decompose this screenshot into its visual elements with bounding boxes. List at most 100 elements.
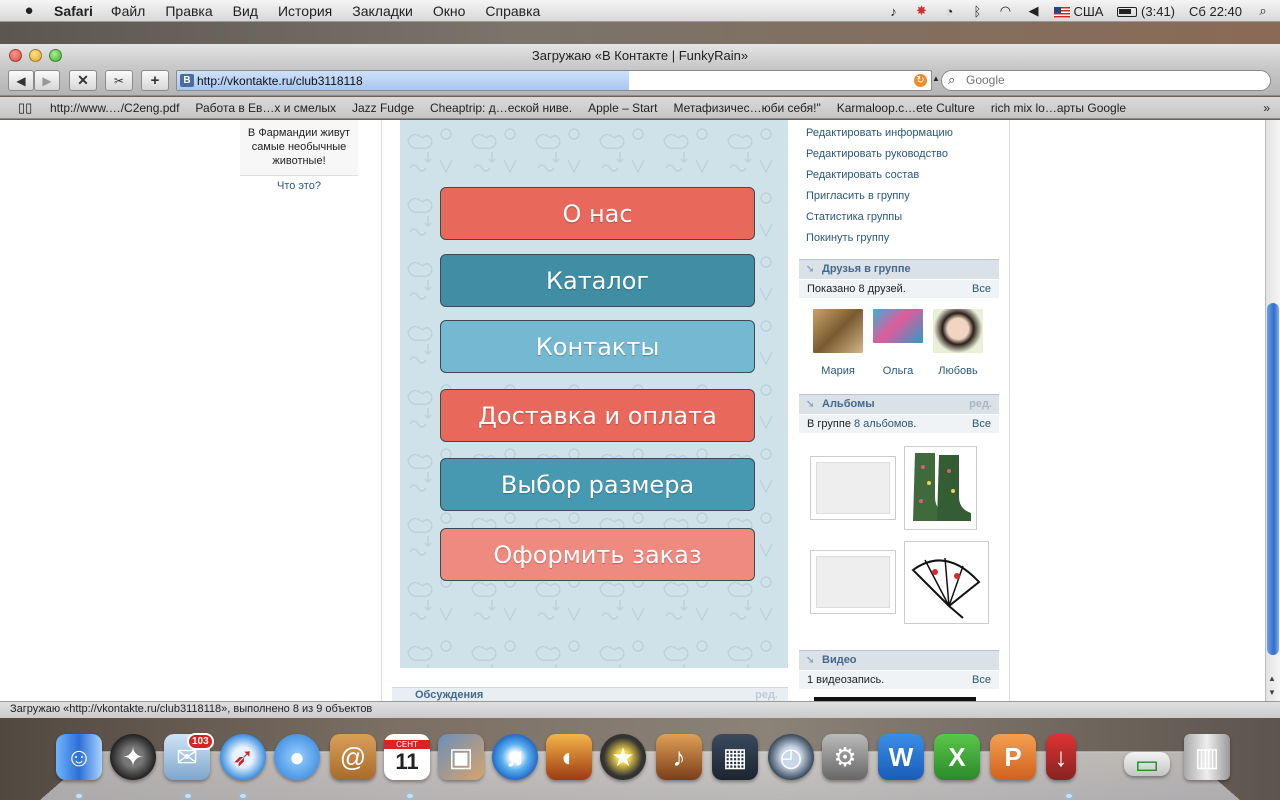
album-thumbnail[interactable] xyxy=(810,456,896,520)
menu-history[interactable]: История xyxy=(278,3,332,19)
bookmark-item[interactable]: Jazz Fudge xyxy=(352,101,414,115)
address-bar[interactable]: В http://vkontakte.ru/club3118118 ↻ xyxy=(176,70,932,91)
bookmarks-overflow-button[interactable]: » xyxy=(1263,101,1270,115)
zoom-window-button[interactable] xyxy=(49,49,62,62)
spaces-icon[interactable]: ▦ xyxy=(712,734,758,780)
input-source[interactable]: США xyxy=(1054,4,1103,19)
menu-view[interactable]: Вид xyxy=(233,3,258,19)
menu-help[interactable]: Справка xyxy=(485,3,540,19)
friends-header[interactable]: ➘ Друзья в группе xyxy=(799,259,999,279)
discussions-header[interactable]: Обсуждения ред. xyxy=(392,687,788,701)
trash-icon[interactable]: ▥ xyxy=(1184,734,1230,780)
finder-icon[interactable]: ☺ xyxy=(56,734,102,780)
search-input[interactable] xyxy=(966,73,1256,87)
imovie-icon[interactable]: ★ xyxy=(600,734,646,780)
bookmark-item[interactable]: Метафизичес…юби себя!" xyxy=(673,101,820,115)
preview-icon[interactable]: ▣ xyxy=(438,734,484,780)
tool-icon[interactable]: ✸ xyxy=(914,3,928,19)
address-dropdown-icon[interactable]: ▲ xyxy=(932,74,940,83)
bookmark-item[interactable]: Karmaloop.c…ete Culture xyxy=(837,101,975,115)
window-titlebar[interactable]: Загружаю «В Контакте | FunkyRain» xyxy=(0,44,1280,66)
friend-name[interactable]: Любовь xyxy=(938,365,977,377)
bookmark-item[interactable]: Apple – Start xyxy=(588,101,657,115)
albums-all-link[interactable]: Все xyxy=(972,415,991,433)
bookmark-item[interactable]: http://www.…/C2eng.pdf xyxy=(50,101,179,115)
friend-name[interactable]: Мария xyxy=(821,365,855,377)
open-book-icon[interactable]: ▯▯ xyxy=(18,100,34,116)
video-header[interactable]: ➘ Видео xyxy=(799,650,999,670)
wiki-button-catalog[interactable]: Каталог xyxy=(440,254,755,307)
group-stats-link[interactable]: Статистика группы xyxy=(806,211,902,223)
excel-icon[interactable]: X xyxy=(934,734,980,780)
minimized-window-icon[interactable]: ▭ xyxy=(1124,749,1170,779)
dashboard-icon[interactable]: ✦ xyxy=(110,734,156,780)
friend-avatar[interactable] xyxy=(813,309,863,353)
ichat-icon[interactable]: ● xyxy=(274,734,320,780)
edit-members-link[interactable]: Редактировать состав xyxy=(806,169,919,181)
edit-management-link[interactable]: Редактировать руководство xyxy=(806,148,948,160)
system-preferences-icon[interactable]: ⚙ xyxy=(822,734,868,780)
wiki-button-order[interactable]: Оформить заказ xyxy=(440,528,755,581)
bookmark-item[interactable]: Cheaptrip: д…еской ниве. xyxy=(430,101,572,115)
time-machine-icon[interactable]: ◔ xyxy=(942,4,956,19)
scrollbar-thumb[interactable] xyxy=(1267,303,1279,655)
album-thumbnail[interactable] xyxy=(904,541,989,624)
wiki-button-size[interactable]: Выбор размера xyxy=(440,458,755,511)
discussions-edit-link[interactable]: ред. xyxy=(755,688,778,701)
itunes-icon[interactable]: ♫ xyxy=(492,734,538,780)
wiki-button-delivery[interactable]: Доставка и оплата xyxy=(440,389,755,442)
safari-icon[interactable]: ➶ xyxy=(220,734,266,780)
apple-menu-icon[interactable]: ● xyxy=(18,2,40,19)
friends-all-link[interactable]: Все xyxy=(972,280,991,298)
address-book-icon[interactable]: @ xyxy=(330,734,376,780)
promo-link[interactable]: Что это? xyxy=(240,180,358,192)
reload-icon[interactable]: ↻ xyxy=(914,74,927,87)
time-machine-dock-icon[interactable]: ◴ xyxy=(768,734,814,780)
search-field[interactable]: ⌕ xyxy=(941,70,1271,91)
wiki-button-contacts[interactable]: Контакты xyxy=(440,320,755,373)
forward-button[interactable]: ▶ xyxy=(34,70,60,91)
friend-avatar[interactable] xyxy=(873,309,923,343)
volume-icon[interactable]: ◀ xyxy=(1026,3,1040,19)
close-window-button[interactable] xyxy=(9,49,22,62)
friend-card[interactable]: Ольга xyxy=(868,309,928,377)
scroll-up-icon[interactable]: ▲ xyxy=(1268,674,1276,683)
album-thumbnail[interactable] xyxy=(810,550,896,614)
leave-group-link[interactable]: Покинуть группу xyxy=(806,232,889,244)
albums-edit-link[interactable]: ред. xyxy=(969,395,992,414)
stop-button[interactable]: ✕ xyxy=(69,70,97,91)
albums-count-link[interactable]: 8 альбомов xyxy=(854,418,913,430)
wifi-icon[interactable]: ◠ xyxy=(998,3,1012,19)
bookmark-item[interactable]: Работа в Ев…х и смелых xyxy=(195,101,336,115)
albums-header[interactable]: ➘ Альбомы ред. xyxy=(799,394,999,414)
friend-avatar[interactable] xyxy=(933,309,983,353)
word-icon[interactable]: W xyxy=(878,734,924,780)
scroll-down-icon[interactable]: ▼ xyxy=(1268,688,1276,697)
back-button[interactable]: ◀ xyxy=(8,70,34,91)
minimize-window-button[interactable] xyxy=(29,49,42,62)
bookmark-item[interactable]: rich mix lo…арты Google xyxy=(991,101,1126,115)
add-bookmark-button[interactable]: + xyxy=(141,70,169,91)
album-thumbnail[interactable] xyxy=(904,446,977,530)
snippet-button[interactable]: ✂ xyxy=(105,70,133,91)
friend-card[interactable]: Любовь xyxy=(928,309,988,377)
video-all-link[interactable]: Все xyxy=(972,671,991,689)
menu-edit[interactable]: Правка xyxy=(165,3,212,19)
wiki-button-about[interactable]: О нас xyxy=(440,187,755,240)
app-menu[interactable]: Safari xyxy=(54,3,93,19)
spotlight-icon[interactable]: ⌕ xyxy=(1256,3,1270,19)
vertical-scrollbar[interactable]: ▲ ▼ xyxy=(1265,120,1280,701)
battery-status[interactable]: (3:41) xyxy=(1117,4,1175,19)
menu-window[interactable]: Окно xyxy=(433,3,466,19)
folx-icon[interactable]: ↓ xyxy=(1046,734,1076,780)
edit-info-link[interactable]: Редактировать информацию xyxy=(806,127,953,139)
menu-file[interactable]: Файл xyxy=(111,3,145,19)
menu-bookmarks[interactable]: Закладки xyxy=(352,3,413,19)
invite-to-group-link[interactable]: Пригласить в группу xyxy=(806,190,910,202)
iphoto-icon[interactable]: ◐ xyxy=(546,734,592,780)
bluetooth-icon[interactable]: ᛒ xyxy=(970,4,984,19)
microphone-icon[interactable]: ♪ xyxy=(886,4,900,19)
clock[interactable]: Сб 22:40 xyxy=(1189,4,1242,19)
url-text[interactable]: http://vkontakte.ru/club3118118 xyxy=(197,74,363,88)
ical-icon[interactable]: СЕНТ 11 xyxy=(384,734,430,780)
